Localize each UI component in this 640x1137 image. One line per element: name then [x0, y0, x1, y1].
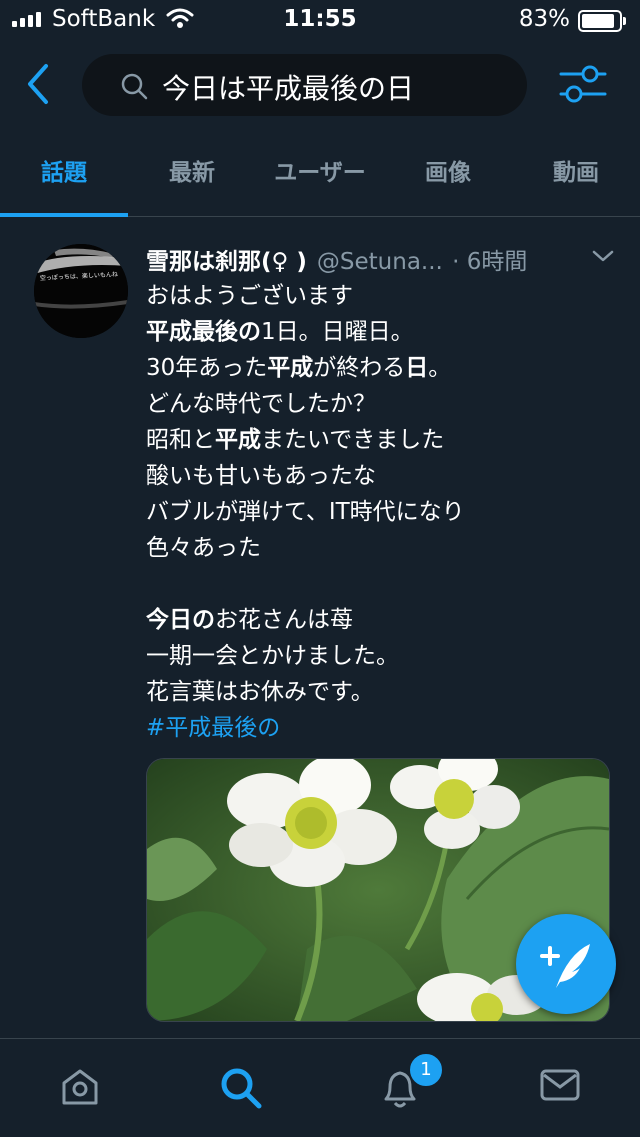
status-bar: SoftBank 11:55 83% — [0, 0, 640, 40]
search-icon — [121, 73, 148, 100]
hashtag-link[interactable]: #平成最後の — [146, 710, 280, 746]
tweet-line: 今日のお花さんは苺 — [146, 602, 465, 638]
tab-trending[interactable]: 話題 — [0, 140, 128, 217]
tab-images[interactable]: 画像 — [384, 140, 512, 216]
tweet-text-segment: バブルが弾けて、IT時代になり — [146, 499, 465, 525]
search-input[interactable]: 今日は平成最後の日 — [82, 54, 527, 116]
highlighted-term: 平成 — [215, 427, 261, 453]
battery-percent: 83% — [518, 6, 570, 32]
tweet-line: 平成最後の1日。日曜日。 — [146, 314, 465, 350]
tweet-text-segment: 色々あった — [146, 535, 261, 561]
tab-users[interactable]: ユーザー — [256, 140, 384, 216]
filter-icon[interactable] — [558, 64, 608, 104]
tweet-text-segment: お花さんは苺 — [215, 607, 353, 633]
tweet-text-segment: 酸いも甘いもあったな — [146, 463, 376, 489]
tweet-text-segment: 30年あった — [146, 355, 268, 381]
highlighted-term: 平成 — [267, 355, 314, 381]
display-name[interactable]: 雪那は刹那(♀ ) — [146, 249, 307, 275]
tweet-text-segment: おはようございます — [146, 283, 353, 309]
tweet-line: 酸いも甘いもあったな — [146, 458, 465, 494]
handle[interactable]: @Setuna... — [317, 249, 443, 275]
search-query[interactable]: 今日は平成最後の日 — [162, 67, 414, 107]
search-tabs: 話題 最新 ユーザー 画像 動画 — [0, 140, 640, 217]
tab-latest[interactable]: 最新 — [128, 140, 256, 216]
tweet-line: バブルが弾けて、IT時代になり — [146, 494, 465, 530]
tweet-text: おはようございます 平成最後の1日。日曜日。 30年あった平成が終わる日。 どんな時代… — [146, 278, 465, 710]
highlighted-term: 平成最後の — [146, 319, 261, 345]
notification-badge: 1 — [408, 1052, 444, 1088]
chevron-down-icon[interactable] — [590, 246, 616, 266]
tweet-text-segment: 。 — [428, 355, 452, 381]
tweet-text-segment: 一期一会とかけました。 — [146, 643, 399, 669]
tweet-text-segment: 1日。日曜日。 — [261, 319, 414, 345]
back-icon[interactable] — [22, 62, 62, 106]
tweet-text-segment: 花言葉はお休みです。 — [146, 679, 374, 705]
tweet-line — [146, 566, 465, 602]
tweet-line: 色々あった — [146, 530, 465, 566]
tweet-line: 昭和と平成またいできました — [146, 422, 465, 458]
tweet-line: おはようございます — [146, 278, 465, 314]
tweet-text-segment: どんな時代でしたか？ — [146, 391, 376, 417]
tab-videos[interactable]: 動画 — [512, 140, 640, 216]
tweet-text-segment: 昭和と — [146, 427, 215, 453]
tweet-header: 雪那は刹那(♀ ) @Setuna... · 6時間 — [146, 242, 616, 275]
battery-icon — [578, 10, 626, 32]
bottom-tab-bar — [0, 1038, 640, 1137]
tweet-line: どんな時代でしたか？ — [146, 386, 465, 422]
highlighted-term: 今日の — [146, 607, 215, 633]
timestamp: · 6時間 — [452, 249, 528, 275]
tweet-text-segment: またいできました — [261, 427, 445, 453]
home-icon[interactable] — [58, 1065, 102, 1109]
tweet-line: 30年あった平成が終わる日。 — [146, 350, 465, 386]
avatar[interactable]: 空っぽっちは、楽しいもんね — [34, 244, 128, 338]
tweet-text-segment: が終わる — [313, 355, 406, 381]
compose-icon — [540, 944, 590, 988]
highlighted-term: 日 — [405, 355, 429, 381]
tweet-line: 一期一会とかけました。 — [146, 638, 465, 674]
explore-icon[interactable] — [218, 1065, 264, 1111]
messages-icon[interactable] — [538, 1065, 582, 1105]
compose-button[interactable] — [516, 914, 616, 1014]
tweet-line: 花言葉はお休みです。 — [146, 674, 465, 710]
